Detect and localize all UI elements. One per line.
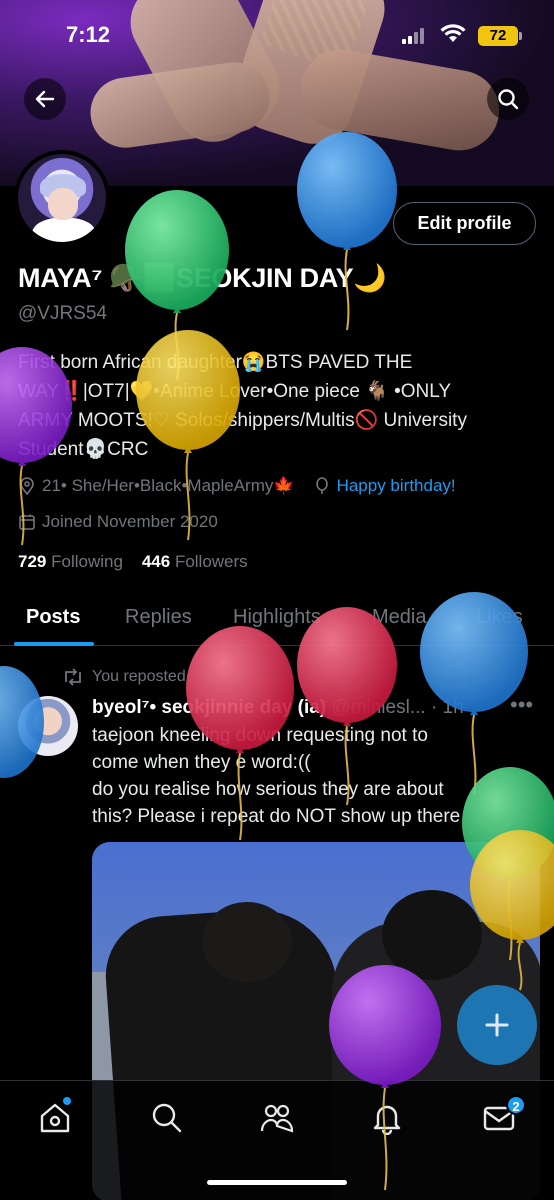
user-handle: @VJRS54 <box>18 303 107 324</box>
wifi-icon <box>440 24 466 42</box>
post-author-name[interactable]: byeol⁷• seokjinnie day (ia) <box>92 697 326 718</box>
display-name: MAYA⁷ 🪖🟩SEOKJIN DAY🌙 <box>18 263 387 293</box>
status-bar: 7:12 72 <box>0 0 554 70</box>
tab-media[interactable]: Media <box>372 606 426 629</box>
search-button[interactable] <box>487 78 529 120</box>
bio-line: First born African daughter😭BTS PAVED TH… <box>18 352 413 373</box>
bio-line: Student💀CRC <box>18 439 149 460</box>
post-text-line: come when they e word:(( <box>92 752 311 773</box>
joined-date: Joined November 2020 <box>42 512 218 531</box>
tab-highlights[interactable]: Highlights <box>233 606 321 629</box>
repost-icon <box>65 668 81 686</box>
notifications-icon[interactable] <box>370 1101 404 1135</box>
profile-avatar[interactable] <box>14 150 110 246</box>
home-indicator <box>207 1180 347 1185</box>
messages-badge: 2 <box>506 1095 526 1115</box>
search-icon <box>498 89 519 110</box>
search-icon[interactable] <box>150 1101 184 1135</box>
followers-link[interactable]: 446 Followers <box>142 552 248 571</box>
follow-stats: 729 Following 446 Followers <box>18 552 248 572</box>
post-author-handle[interactable]: @miniesl... <box>331 697 425 718</box>
signal-icon <box>402 28 426 44</box>
post-text-line: do you realise how serious they are abou… <box>92 779 444 800</box>
avatar-shirt <box>32 218 96 242</box>
tab-replies[interactable]: Replies <box>125 606 192 629</box>
repost-indicator: You reposted <box>62 668 186 686</box>
joined-row: Joined November 2020 <box>18 512 218 532</box>
post-text-line: taejoon kneeling down requesting not to <box>92 725 428 746</box>
post-header: byeol⁷• seokjinnie day (ia) @miniesl... … <box>92 697 492 719</box>
communities-icon[interactable] <box>260 1101 294 1135</box>
profile-meta-row: 21• She/Her•Black•MapleArmy🍁 Happy birth… <box>18 476 456 496</box>
bio-line: ARMY MOOTS!♡ Solos/shippers/Multis🚫 Univ… <box>18 410 467 431</box>
avatar-face <box>48 188 78 220</box>
status-time: 7:12 <box>66 22 111 47</box>
location-icon <box>20 477 34 495</box>
post-author-avatar[interactable] <box>18 696 78 756</box>
arrow-left-icon <box>35 90 55 108</box>
image-head <box>202 902 292 982</box>
compose-button[interactable] <box>457 985 537 1065</box>
plus-icon <box>485 1013 509 1037</box>
profile-bio: First born African daughter😭BTS PAVED TH… <box>18 348 543 464</box>
tab-likes[interactable]: Likes <box>476 606 523 629</box>
more-options-icon[interactable]: ••• <box>510 692 533 718</box>
profile-tabs: Posts Replies Highlights Media Likes <box>0 592 554 646</box>
balloon-icon <box>315 477 328 494</box>
bio-line: WAY‼️|OT7|💛•Anime Lover•One piece 🐐 •ONL… <box>18 381 452 402</box>
active-tab-indicator <box>14 642 94 646</box>
home-icon[interactable] <box>38 1101 72 1135</box>
back-button[interactable] <box>24 78 66 120</box>
post-text-line: this? Please i repeat do NOT show up the… <box>92 806 461 827</box>
location-text: 21• She/Her•Black•MapleArmy🍁 <box>42 476 295 495</box>
post-text: taejoon kneeling down requesting not to … <box>92 722 532 830</box>
edit-profile-button[interactable]: Edit profile <box>393 202 536 245</box>
calendar-icon <box>19 514 35 530</box>
battery-indicator: 72 <box>478 26 522 46</box>
tab-posts[interactable]: Posts <box>26 606 80 629</box>
banner-hand <box>86 57 274 153</box>
following-link[interactable]: 729 Following <box>18 552 123 571</box>
home-unread-dot <box>63 1097 71 1105</box>
image-head <box>382 890 482 980</box>
birthday-link[interactable]: Happy birthday! <box>337 476 456 496</box>
post-time: · 1h <box>430 697 464 718</box>
